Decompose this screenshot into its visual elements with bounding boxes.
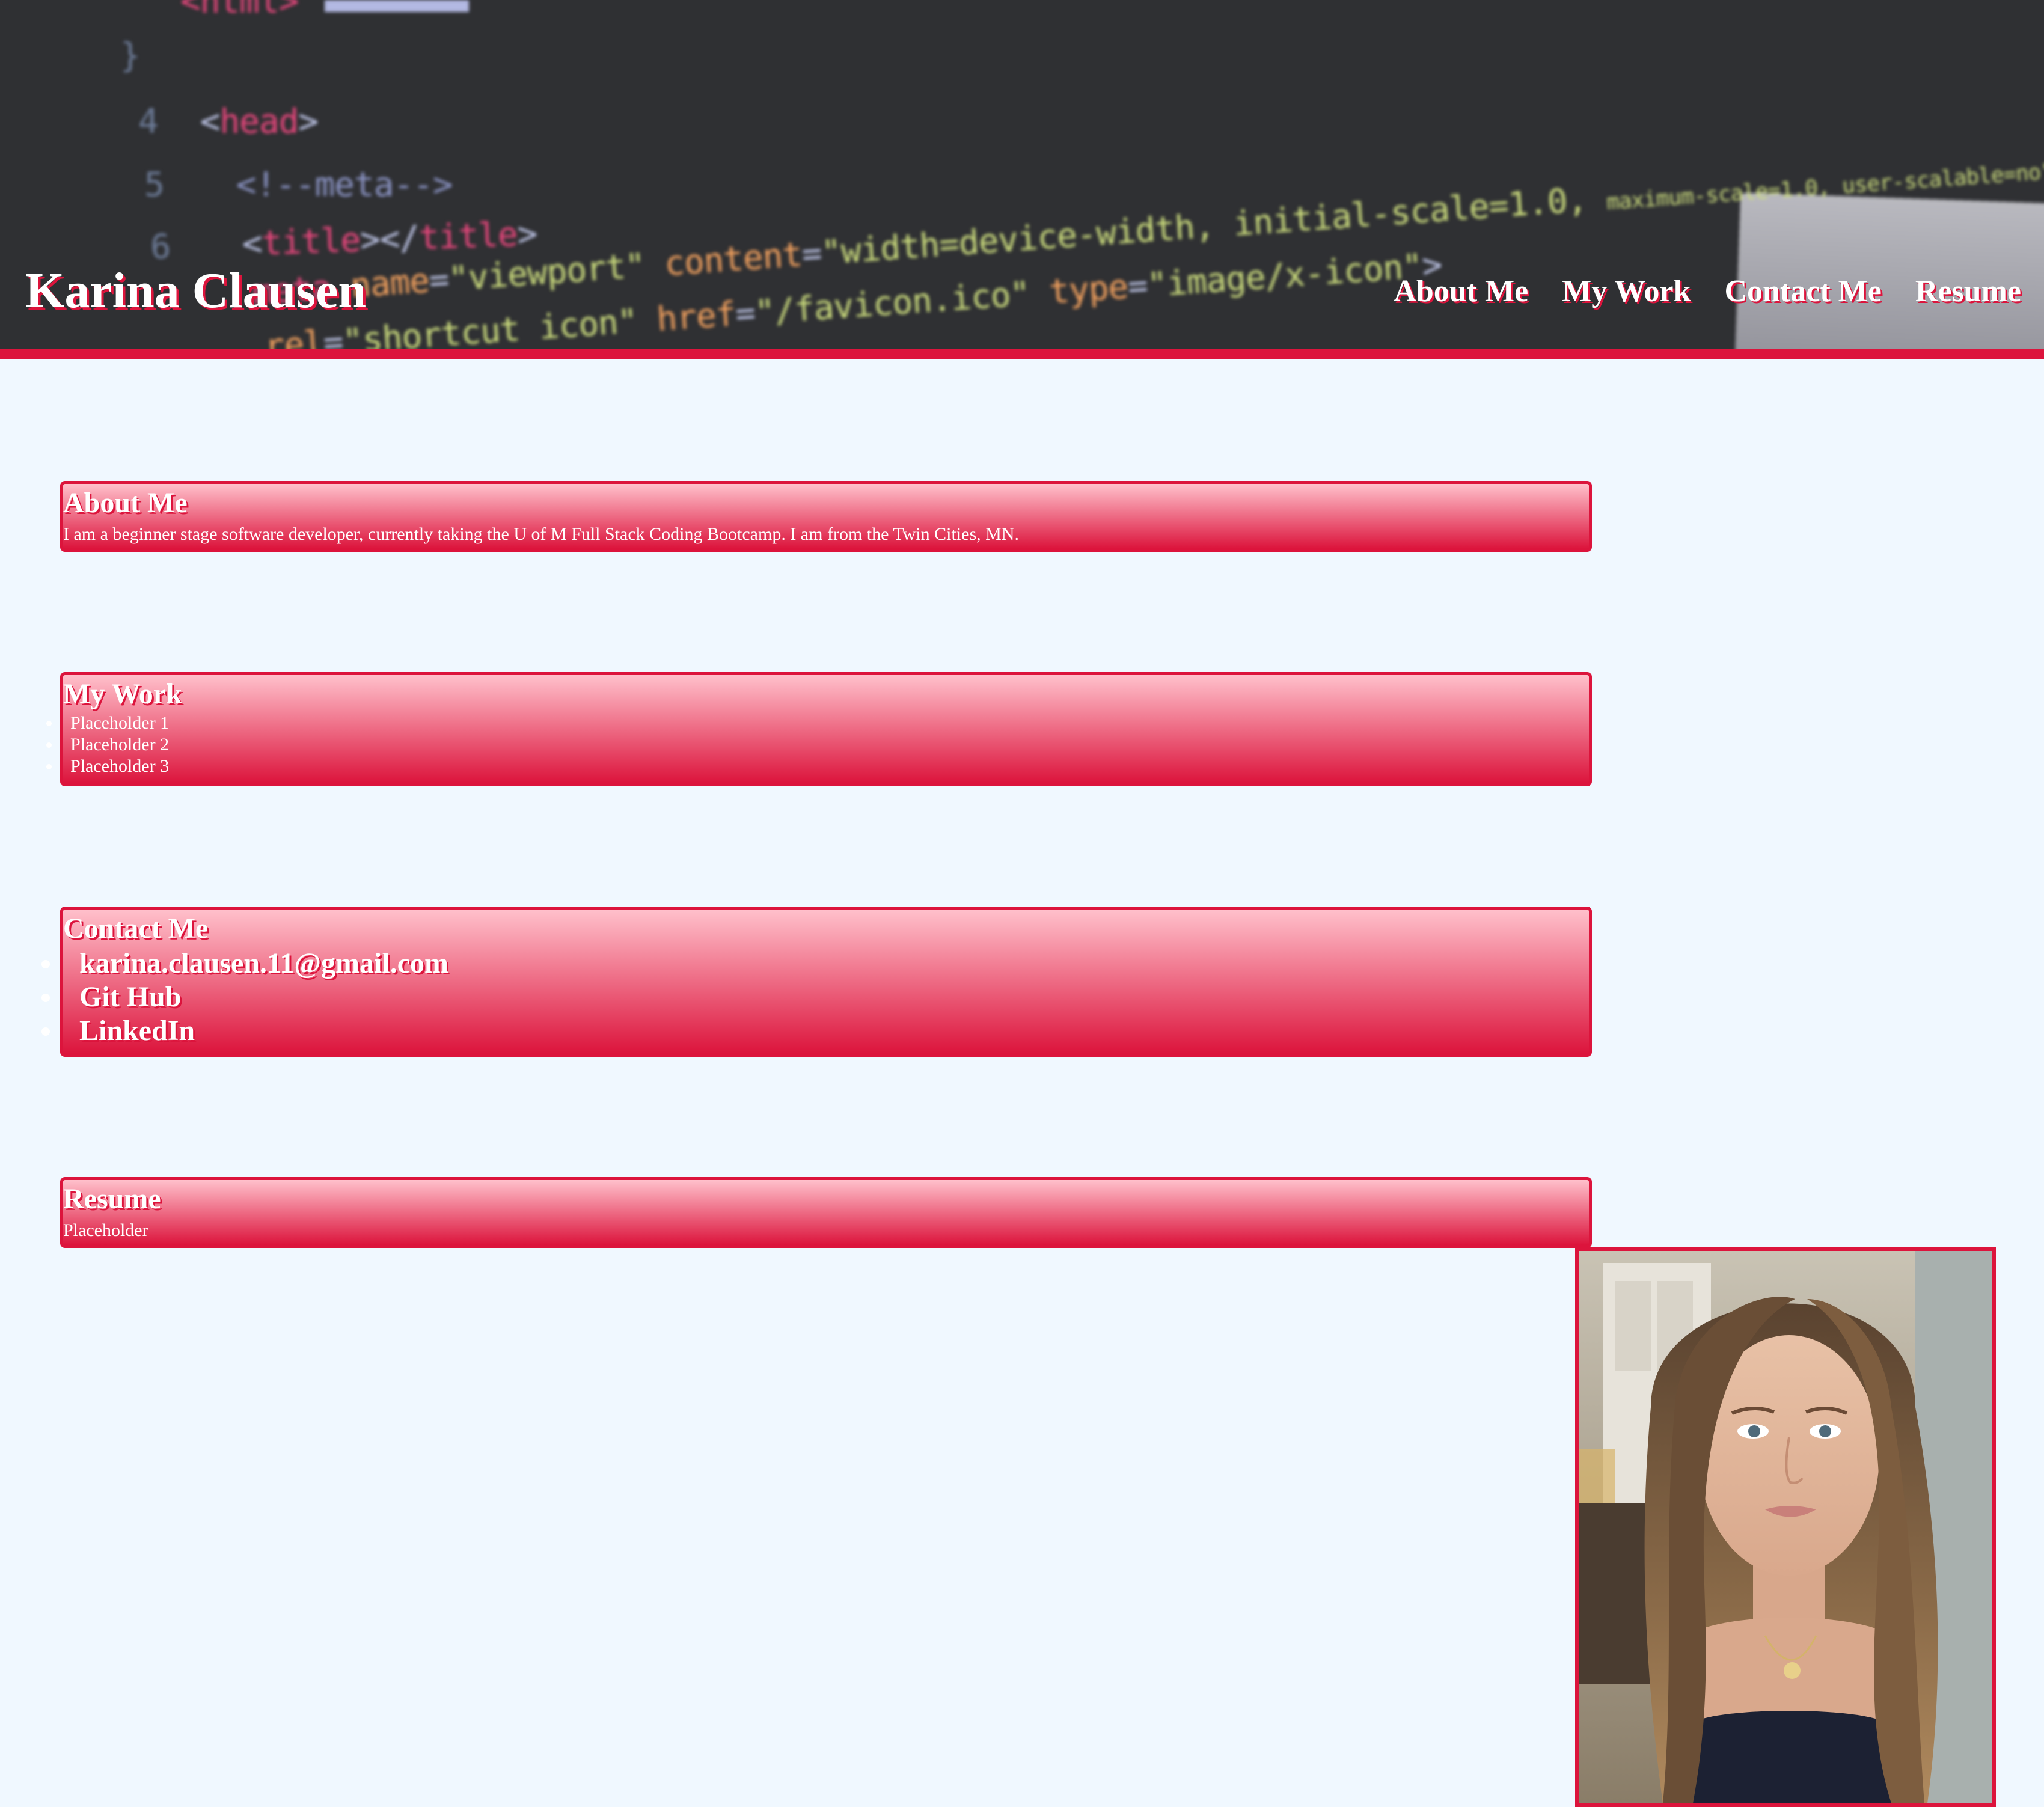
nav-link-my-work[interactable]: My Work: [1562, 274, 1691, 309]
work-section: My Work Placeholder 1 Placeholder 2 Plac…: [60, 672, 1592, 786]
header-divider: [0, 349, 2044, 359]
contact-linkedin-link[interactable]: LinkedIn: [41, 1014, 1589, 1048]
portrait-illustration: [1579, 1251, 1992, 1803]
site-title: Karina Clausen: [25, 263, 367, 319]
about-heading: About Me: [63, 487, 188, 519]
about-section: About Me I am a beginner stage software …: [60, 481, 1592, 552]
resume-text: Placeholder: [63, 1220, 148, 1240]
work-list: Placeholder 1 Placeholder 2 Placeholder …: [63, 712, 1589, 777]
code-line: 5 <!--meta-->: [144, 165, 453, 204]
resume-section: Resume Placeholder: [60, 1177, 1592, 1248]
contact-section: Contact Me karina.clausen.11@gmail.com G…: [60, 907, 1592, 1057]
work-heading: My Work: [63, 678, 182, 710]
resume-heading: Resume: [63, 1183, 161, 1215]
profile-photo: [1575, 1247, 1996, 1807]
code-line: 4 <head>: [138, 102, 319, 141]
nav-link-resume[interactable]: Resume: [1915, 274, 2021, 309]
main-nav: About Me My Work Contact Me Resume: [1394, 274, 2021, 309]
monitor-glare: [1734, 192, 2044, 349]
contact-github-link[interactable]: Git Hub: [41, 980, 1589, 1014]
code-line-number: }: [120, 36, 141, 75]
contact-heading: Contact Me: [63, 913, 209, 944]
nav-link-contact-me[interactable]: Contact Me: [1724, 274, 1881, 309]
code-highlight-bar: [325, 0, 469, 12]
nav-link-about-me[interactable]: About Me: [1394, 274, 1528, 309]
site-header: <html> } 4 <head> 5 <!--meta--> 6 <title></…: [0, 0, 2044, 349]
work-item[interactable]: Placeholder 1: [46, 712, 1589, 734]
contact-email-link[interactable]: karina.clausen.11@gmail.com: [41, 947, 1589, 980]
work-item[interactable]: Placeholder 2: [46, 734, 1589, 756]
work-item[interactable]: Placeholder 3: [46, 756, 1589, 777]
contact-list: karina.clausen.11@gmail.com Git Hub Link…: [63, 947, 1589, 1048]
code-line: <html>: [180, 0, 299, 21]
about-text: I am a beginner stage software developer…: [63, 524, 1019, 544]
